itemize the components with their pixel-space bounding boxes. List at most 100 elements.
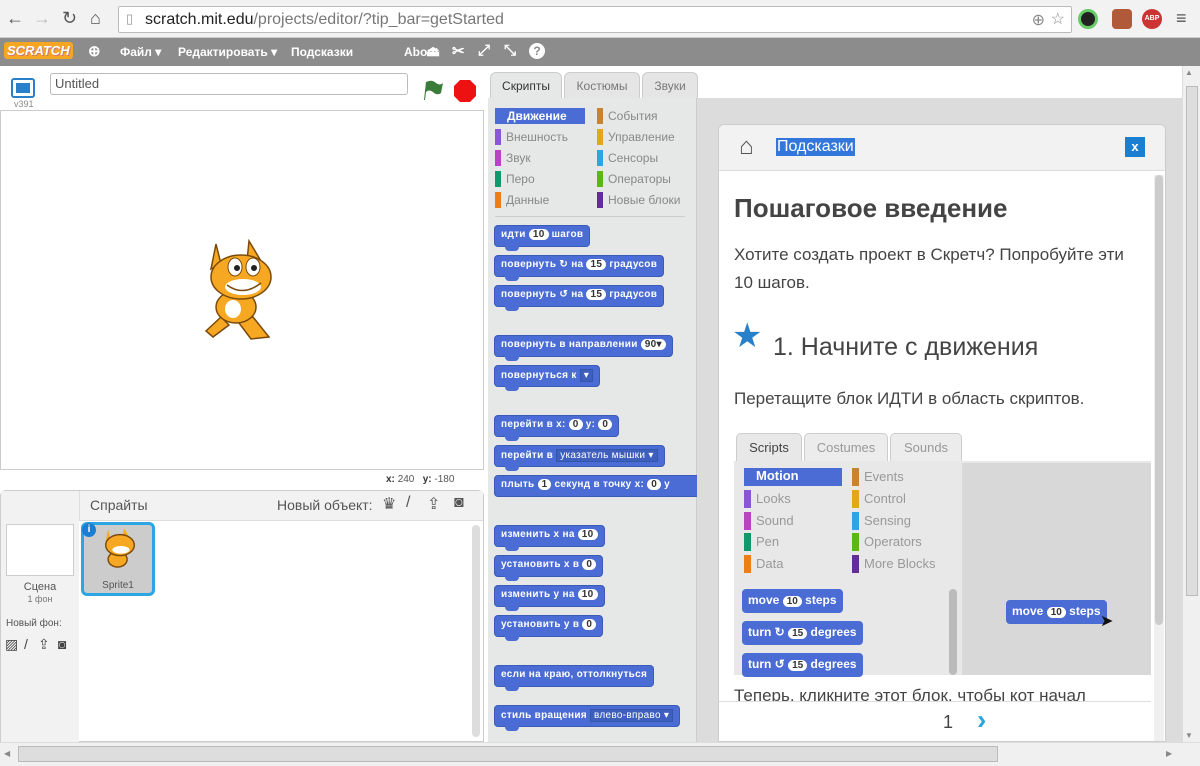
category-pen[interactable]: Перо xyxy=(495,171,585,187)
page-horizontal-scrollbar[interactable]: ◀ ▶ xyxy=(0,742,1200,766)
page-number: 1 xyxy=(943,712,954,732)
category-more-blocks[interactable]: Новые блоки xyxy=(597,192,687,208)
sprite-panel: Сцена 1 фон Новый фон: ▨ / ⇪ ◙ Спрайты Н… xyxy=(0,490,484,743)
category-motion[interactable]: Движение xyxy=(495,108,585,124)
tips-panel: ⌂ Подсказки x Пошаговое введение Хотите … xyxy=(718,124,1166,742)
paint-sprite-icon[interactable]: / xyxy=(406,494,410,512)
upload-sprite-icon[interactable]: ⇪ xyxy=(427,494,440,514)
category-events[interactable]: События xyxy=(597,108,687,124)
stamp-icon[interactable]: ⏏ xyxy=(426,42,440,60)
info-icon[interactable]: i xyxy=(82,523,96,537)
block-glide[interactable]: плыть 1 секунд в точку x: 0 y xyxy=(494,475,698,497)
close-tips-button[interactable]: x xyxy=(1125,137,1145,157)
next-page-icon[interactable]: › xyxy=(977,704,986,736)
rotate-right-icon: ↻ xyxy=(559,259,569,270)
project-title-input[interactable]: Untitled xyxy=(50,73,408,95)
bookmark-star-icon[interactable]: ☆ xyxy=(1051,9,1065,29)
category-operators[interactable]: Операторы xyxy=(597,171,687,187)
vertical-scroll-thumb[interactable] xyxy=(1186,86,1198,596)
new-backdrop-label: Новый фон: xyxy=(6,618,62,629)
sprite-name: Sprite1 xyxy=(102,580,134,591)
camera-backdrop-icon[interactable]: ◙ xyxy=(58,636,66,652)
block-set-y[interactable]: установить y в 0 xyxy=(494,615,604,641)
shrink-icon[interactable]: ⤡ xyxy=(504,42,516,59)
example-category-sensing: Sensing xyxy=(852,512,911,530)
tips-intro: Хотите создать проект в Скретч? Попробуй… xyxy=(734,245,1124,292)
divider xyxy=(495,216,685,217)
tips-header: ⌂ Подсказки x xyxy=(719,125,1165,171)
menu-tips[interactable]: Подсказки xyxy=(291,45,353,59)
home-icon[interactable]: ⌂ xyxy=(739,133,754,161)
camera-sprite-icon[interactable]: ◙ xyxy=(454,494,464,512)
menu-icon[interactable]: ≡ xyxy=(1176,8,1187,29)
cut-icon[interactable]: ✂ xyxy=(452,42,465,60)
page-icon: ▯ xyxy=(126,11,134,26)
horizontal-scroll-thumb[interactable] xyxy=(18,746,998,762)
stop-icon[interactable] xyxy=(453,79,477,103)
tab-scripts[interactable]: Скрипты xyxy=(490,72,562,99)
menu-edit[interactable]: Редактировать ▾ xyxy=(178,45,277,59)
example-tab-costumes: Costumes xyxy=(804,433,888,461)
block-goto-xy[interactable]: перейти в x: 0 y: 0 xyxy=(494,415,620,441)
sprite-list-scrollbar[interactable] xyxy=(472,525,480,737)
scratch-logo[interactable]: SCRATCH xyxy=(4,42,73,59)
globe-icon[interactable]: ⊕ xyxy=(88,42,101,60)
extension-icon[interactable] xyxy=(1078,9,1098,29)
block-turn-left[interactable]: повернуть ↺ на 15 градусов xyxy=(494,285,665,311)
editor-tabs: Скрипты Костюмы Звуки xyxy=(488,72,698,99)
tab-costumes[interactable]: Костюмы xyxy=(564,72,640,99)
back-icon[interactable]: ← xyxy=(6,8,24,29)
category-looks[interactable]: Внешность xyxy=(495,129,585,145)
block-point-towards[interactable]: повернуться к ▾ xyxy=(494,365,601,391)
page-vertical-scrollbar[interactable]: ▲ ▼ xyxy=(1182,66,1200,742)
sprite-thumbnail[interactable]: i Sprite1 xyxy=(81,522,155,596)
step-text: Перетащите блок ИДТИ в область скриптов. xyxy=(734,389,1085,408)
backdrop-library-icon[interactable]: ▨ xyxy=(5,636,18,653)
help-icon[interactable]: ? xyxy=(529,43,545,59)
menu-file[interactable]: Файл ▾ xyxy=(120,45,161,59)
block-set-x[interactable]: установить x в 0 xyxy=(494,555,604,581)
home-icon[interactable]: ⌂ xyxy=(90,8,101,29)
block-rotation-style[interactable]: стиль вращения влево-вправо ▾ xyxy=(494,705,681,731)
category-sensing[interactable]: Сенсоры xyxy=(597,150,687,166)
fullscreen-icon[interactable] xyxy=(11,78,35,98)
reload-icon[interactable]: ↻ xyxy=(62,8,77,29)
tips-scrollbar[interactable] xyxy=(1154,175,1164,741)
tips-body: Пошаговое введение Хотите создать проект… xyxy=(719,171,1151,701)
address-bar[interactable]: ▯ scratch.mit.edu/projects/editor/?tip_b… xyxy=(118,6,1072,33)
example-dragged-block: move 10 steps xyxy=(1006,600,1107,624)
instagram-icon[interactable] xyxy=(1112,9,1132,29)
scene-label: Сцена xyxy=(23,581,57,593)
new-sprite-label: Новый объект: xyxy=(277,497,373,513)
stage[interactable] xyxy=(0,110,484,470)
tab-sounds[interactable]: Звуки xyxy=(642,72,698,99)
sprite-library-icon[interactable]: ♛ xyxy=(382,494,396,514)
upload-backdrop-icon[interactable]: ⇪ xyxy=(38,636,50,653)
category-sound[interactable]: Звук xyxy=(495,150,585,166)
block-turn-right[interactable]: повернуть ↻ на 15 градусов xyxy=(494,255,665,281)
sprites-header: Спрайты Новый объект: ♛ / ⇪ ◙ xyxy=(79,491,483,521)
category-data[interactable]: Данные xyxy=(495,192,585,208)
stage-header: v391 Untitled xyxy=(0,66,484,110)
block-point-direction[interactable]: повернуть в направлении 90▾ xyxy=(494,335,673,361)
sprites-title: Спрайты xyxy=(90,497,148,513)
block-goto[interactable]: перейти в указатель мышки ▾ xyxy=(494,445,665,471)
block-bounce[interactable]: если на краю, оттолкнуться xyxy=(494,665,655,691)
paint-backdrop-icon[interactable]: / xyxy=(24,636,28,652)
tips-footer: 1 › xyxy=(719,701,1151,741)
grow-icon[interactable]: ⤢ xyxy=(478,42,490,59)
block-change-y[interactable]: изменить y на 10 xyxy=(494,585,605,611)
block-change-x[interactable]: изменить x на 10 xyxy=(494,525,605,551)
zoom-icon[interactable]: ⊕ xyxy=(1032,10,1045,30)
forward-icon[interactable]: → xyxy=(33,8,51,29)
stage-thumbnail[interactable] xyxy=(6,524,74,576)
block-move[interactable]: идти 10 шагов xyxy=(494,225,591,251)
category-control[interactable]: Управление xyxy=(597,129,687,145)
green-flag-icon[interactable] xyxy=(420,78,444,102)
example-category-pen: Pen xyxy=(744,533,779,551)
scratch-menubar: SCRATCH ⊕ Файл ▾ Редактировать ▾ Подсказ… xyxy=(0,38,1200,66)
example-block-turn-left: turn ↺ 15 degrees xyxy=(742,653,863,677)
adblock-icon[interactable]: ABP xyxy=(1142,9,1162,29)
block-palette: Движение Внешность Звук Перо Данные Собы… xyxy=(488,98,698,742)
cat-sprite[interactable] xyxy=(191,239,291,344)
